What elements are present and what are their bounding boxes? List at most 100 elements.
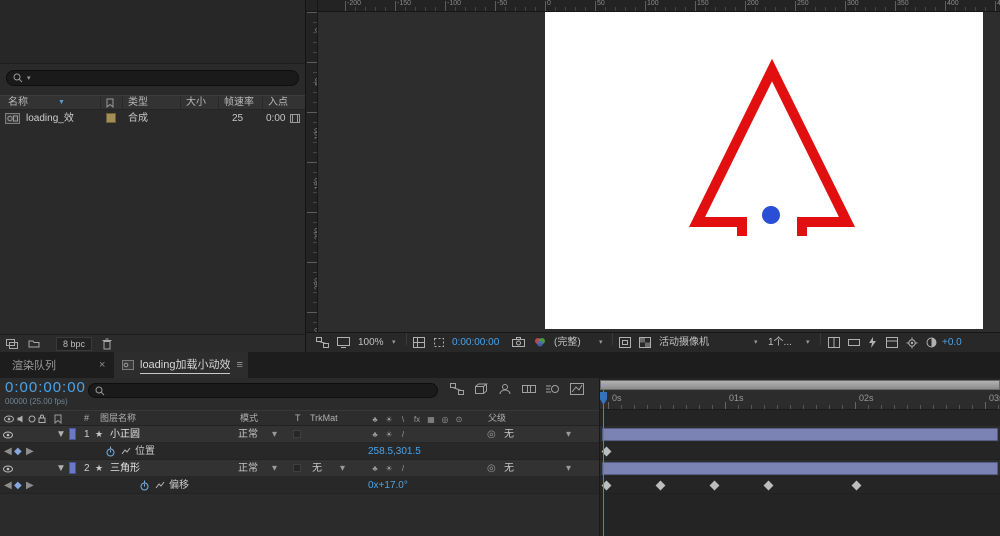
layer-duration-bar[interactable] (602, 462, 998, 475)
keyframe-diamond[interactable] (709, 480, 720, 491)
switch-glyph-icon[interactable]: fx (410, 412, 424, 427)
property-name[interactable]: 偏移 (169, 477, 189, 494)
chevron-down-icon[interactable]: ▾ (340, 460, 345, 477)
layer-track[interactable] (600, 426, 1000, 443)
tab-render-queue[interactable]: 渲染队列 (0, 352, 96, 378)
frame-blending-icon[interactable] (522, 383, 536, 395)
timeline-search-input[interactable] (88, 383, 438, 398)
parent-select[interactable]: 无 (504, 460, 514, 477)
expand-arrow-icon[interactable]: ▼ (56, 460, 66, 477)
column-divider[interactable] (100, 97, 101, 109)
column-divider[interactable] (180, 97, 181, 109)
switch-glyph-icon[interactable]: ☀ (382, 412, 396, 427)
tab-composition[interactable]: loading加载小动效 ≡ (114, 352, 248, 378)
bit-depth-button[interactable]: 8 bpc (56, 337, 93, 351)
chevron-down-icon[interactable]: ▾ (754, 333, 758, 352)
work-area-bar[interactable] (600, 380, 1000, 390)
switch-glyph-icon[interactable]: ☀ (382, 426, 396, 443)
column-frame-rate[interactable]: 帧速率 (224, 96, 254, 110)
viewer-ruler-top[interactable]: -200-150-100-500501001502002503003504004… (318, 0, 1000, 12)
switch-glyph-icon[interactable]: / (396, 460, 410, 477)
exposure-icon[interactable] (926, 337, 937, 348)
gear-icon[interactable] (906, 337, 918, 349)
property-value[interactable]: 0x+17.0° (368, 477, 408, 494)
switch-glyph-icon[interactable]: ☀ (382, 460, 396, 477)
view-layout-select[interactable]: 1个... (768, 333, 792, 352)
layer-track[interactable] (600, 460, 1000, 477)
keyframe-diamond[interactable] (851, 480, 862, 491)
column-name[interactable]: 名称 (8, 96, 28, 110)
eye-icon[interactable] (3, 431, 13, 439)
chevron-down-icon[interactable]: ▾ (392, 333, 396, 352)
property-track[interactable] (600, 477, 1000, 494)
switch-glyph-icon[interactable]: / (396, 426, 410, 443)
panel-menu-icon[interactable]: ≡ (236, 359, 242, 371)
snapshot-camera-icon[interactable] (512, 337, 525, 347)
motion-blur-icon[interactable] (546, 383, 560, 395)
project-item-row[interactable]: loading_效 合成 25 0:00 (0, 110, 305, 127)
chevron-down-icon[interactable]: ▾ (566, 426, 571, 443)
column-index[interactable]: # (84, 411, 89, 426)
property-value[interactable]: 258.5,301.5 (368, 443, 421, 460)
label-column-icon[interactable] (54, 414, 62, 424)
switch-glyph-icon[interactable]: \ (396, 412, 410, 427)
prev-keyframe-icon[interactable]: ◀ (4, 477, 12, 494)
keyframe-diamond[interactable] (763, 480, 774, 491)
fast-previews-icon[interactable] (868, 337, 878, 348)
layer-row[interactable]: ▼ 1 ★ 小正圆 正常 ▾ ♣ ☀ / ◎ 无 ▾ (0, 426, 599, 443)
column-parent[interactable]: 父级 (488, 411, 506, 426)
property-track[interactable] (600, 443, 1000, 460)
switch-glyph-icon[interactable]: ♣ (368, 460, 382, 477)
new-folder-icon[interactable] (28, 339, 40, 348)
add-keyframe-icon[interactable]: ◆ (14, 443, 22, 460)
label-color-chip[interactable] (106, 113, 116, 123)
t-checkbox[interactable] (293, 430, 301, 438)
label-color-chip[interactable] (69, 428, 76, 440)
current-time-indicator-line[interactable] (603, 390, 604, 536)
column-divider[interactable] (218, 97, 219, 109)
trash-icon[interactable] (102, 338, 112, 350)
column-mode[interactable]: 模式 (240, 411, 258, 426)
pixel-aspect-icon[interactable] (848, 337, 860, 348)
mini-flowchart-icon[interactable] (450, 383, 464, 395)
t-checkbox[interactable] (293, 464, 301, 472)
add-keyframe-icon[interactable]: ◆ (14, 477, 22, 494)
trkmat-select[interactable]: 无 (312, 460, 322, 477)
sort-arrow-icon[interactable]: ▼ (58, 96, 65, 110)
graph-editor-icon[interactable] (570, 383, 584, 395)
switch-glyph-icon[interactable]: ♣ (368, 426, 382, 443)
column-layer-name[interactable]: 图层名称 (100, 411, 136, 426)
chevron-down-icon[interactable]: ▾ (566, 460, 571, 477)
switch-glyph-icon[interactable]: ▦ (424, 412, 438, 427)
chevron-down-icon[interactable]: ▾ (272, 426, 277, 443)
monitor-icon[interactable] (337, 337, 350, 348)
region-of-interest-icon[interactable] (433, 337, 445, 348)
column-divider[interactable] (122, 97, 123, 109)
chevron-down-icon[interactable]: ▾ (599, 333, 603, 352)
grid-guides-icon[interactable] (413, 337, 425, 348)
transparency-grid-icon[interactable] (639, 337, 651, 348)
next-keyframe-icon[interactable]: ▶ (26, 477, 34, 494)
chevron-down-icon[interactable]: ▾ (806, 333, 810, 352)
keyframe-diamond[interactable] (655, 480, 666, 491)
draft-3d-icon[interactable] (474, 383, 488, 395)
property-row-position[interactable]: ◀ ◆ ▶ 位置 258.5,301.5 (0, 443, 599, 460)
exposure-value[interactable]: +0.0 (942, 333, 962, 352)
parent-select[interactable]: 无 (504, 426, 514, 443)
camera-select[interactable]: 活动摄像机 (659, 333, 709, 352)
blend-mode-select[interactable]: 正常 (238, 460, 258, 477)
column-trkmat[interactable]: TrkMat (310, 411, 338, 426)
blend-mode-select[interactable]: 正常 (238, 426, 258, 443)
resolution-select[interactable]: (完整) (554, 333, 581, 352)
chevron-down-icon[interactable]: ▾ (272, 460, 277, 477)
flowchart-icon[interactable] (316, 337, 329, 348)
property-row-offset[interactable]: ◀ ◆ ▶ 偏移 0x+17.0° (0, 477, 599, 494)
column-size[interactable]: 大小 (186, 96, 206, 110)
layer-name[interactable]: 三角形 (110, 460, 140, 477)
zoom-select[interactable]: 100% (358, 333, 384, 352)
view-options-icon[interactable] (828, 337, 840, 348)
switch-glyph-icon[interactable]: ⊙ (452, 412, 466, 427)
item-name[interactable]: loading_效 (26, 110, 74, 127)
switch-glyph-icon[interactable]: ◎ (438, 412, 452, 427)
layer-duration-bar[interactable] (602, 428, 998, 441)
